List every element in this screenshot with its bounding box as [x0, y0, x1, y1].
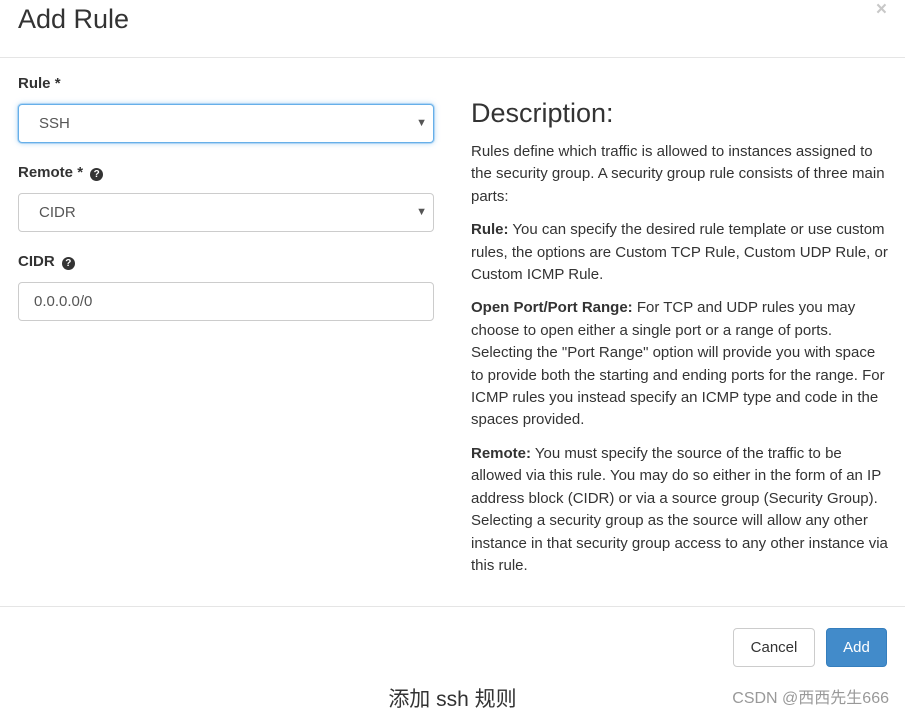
rule-label: Rule *	[18, 74, 434, 94]
modal-title: Add Rule	[18, 4, 130, 34]
rule-label-text: Rule	[18, 75, 51, 92]
description-intro: Rules define which traffic is allowed to…	[471, 143, 885, 205]
required-mark: *	[54, 75, 61, 92]
description-remote: Remote: You must specify the source of t…	[471, 443, 891, 577]
rule-select-value: SSH	[39, 115, 70, 132]
rule-select[interactable]: SSH ▼	[18, 104, 434, 143]
watermark: CSDN @西西先生666	[732, 690, 889, 707]
chevron-down-icon: ▼	[416, 206, 427, 218]
description-remote-text: You must specify the source of the traff…	[471, 444, 888, 574]
remote-select-value: CIDR	[39, 204, 76, 221]
remote-label: Remote * ?	[18, 163, 434, 183]
close-icon[interactable]: ×	[876, 0, 887, 20]
modal-footer: Cancel Add	[0, 606, 905, 680]
description-rule-term: Rule:	[471, 221, 509, 239]
add-button[interactable]: Add	[826, 628, 887, 667]
cidr-label-text: CIDR	[18, 253, 55, 270]
description-remote-term: Remote:	[471, 444, 532, 462]
remote-label-text: Remote	[18, 164, 74, 181]
chevron-down-icon: ▼	[416, 117, 427, 129]
description-rule-text: You can specify the desired rule templat…	[471, 221, 888, 284]
description-port-text: For TCP and UDP rules you may choose to …	[471, 299, 885, 429]
add-rule-modal: Add Rule × Rule * SSH ▼ Remote * ? CIDR …	[0, 0, 905, 680]
cidr-label: CIDR ?	[18, 252, 434, 272]
required-mark: *	[77, 164, 84, 181]
description-rule: Rule: You can specify the desired rule t…	[471, 219, 891, 286]
help-icon[interactable]: ?	[61, 257, 75, 270]
rule-field-group: Rule * SSH ▼	[18, 74, 434, 143]
description-port-term: Open Port/Port Range:	[471, 299, 633, 317]
description-panel: Description: Rules define which traffic …	[471, 94, 891, 588]
cidr-input-value: 0.0.0.0/0	[34, 293, 93, 310]
remote-select[interactable]: CIDR ▼	[18, 193, 434, 232]
cidr-field-group: CIDR ? 0.0.0.0/0	[18, 252, 434, 321]
cidr-input[interactable]: 0.0.0.0/0	[18, 282, 434, 321]
description-title: Description:	[471, 98, 614, 128]
cancel-button[interactable]: Cancel	[733, 628, 815, 667]
remote-field-group: Remote * ? CIDR ▼	[18, 163, 434, 232]
rule-form: Rule * SSH ▼ Remote * ? CIDR ▼ CIDR ? 0.…	[18, 74, 434, 341]
modal-header: Add Rule ×	[0, 0, 905, 58]
description-port: Open Port/Port Range: For TCP and UDP ru…	[471, 297, 891, 431]
help-icon[interactable]: ?	[90, 168, 104, 181]
